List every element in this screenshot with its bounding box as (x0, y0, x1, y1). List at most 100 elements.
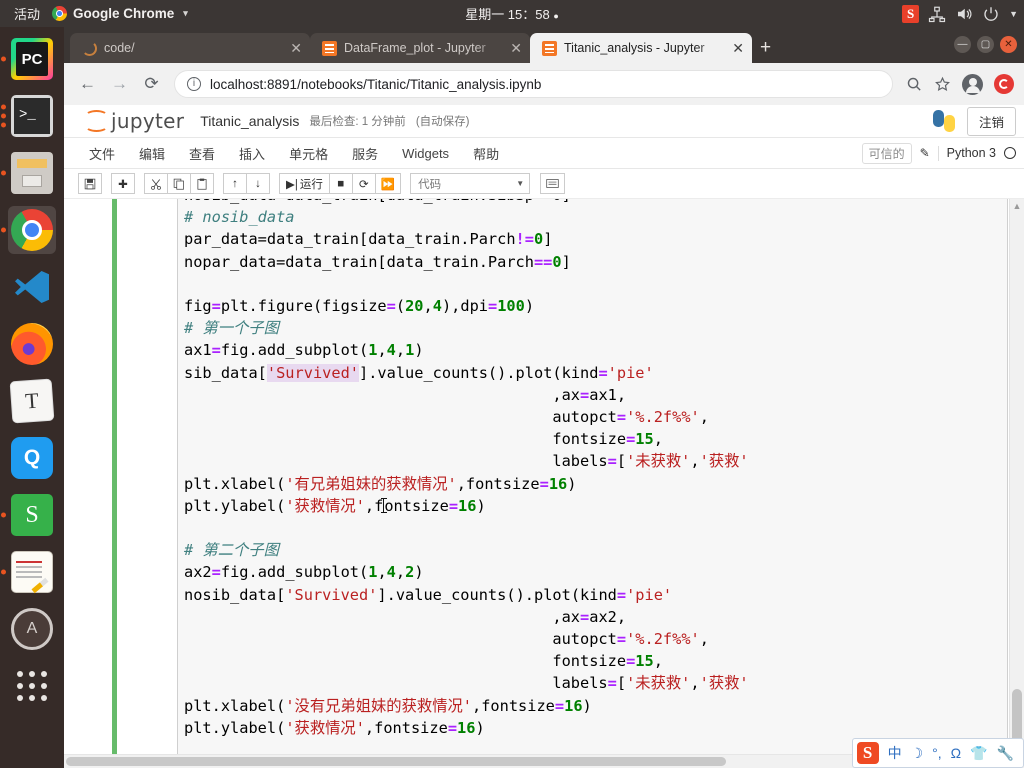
toolbar-group-save (78, 173, 102, 194)
gnome-top-bar: 活动 Google Chrome ▾ 星期一 15：58 ● S ▼ (0, 0, 1024, 27)
running-indicator-dot (1, 569, 6, 575)
reload-button[interactable]: ⟳ (142, 74, 161, 94)
site-info-icon[interactable]: i (187, 77, 201, 91)
caret-down-icon[interactable]: ▼ (1009, 9, 1018, 19)
scroll-up-arrow-icon[interactable]: ▲ (1010, 199, 1024, 214)
system-tray[interactable]: S ▼ (902, 4, 1018, 23)
address-bar[interactable]: i localhost:8891/notebooks/Titanic/Titan… (174, 70, 893, 98)
settings-wrench-icon[interactable]: 🔧 (997, 746, 1014, 760)
browser-tab-dataframe-plot[interactable]: DataFrame_plot - Jupyter ✕ (310, 33, 530, 63)
power-icon[interactable] (982, 5, 1000, 23)
menu-help[interactable]: 帮助 (462, 140, 510, 167)
restart-kernel-button[interactable]: ⟳ (351, 173, 376, 194)
logout-button[interactable]: 注销 (966, 106, 1016, 136)
move-cell-down-button[interactable]: ↓ (246, 173, 270, 194)
interrupt-kernel-button[interactable]: ■ (328, 173, 353, 194)
window-controls: — ▢ ✕ (954, 36, 1017, 53)
code-editor[interactable]: nosib_data=data_train[data_train.SibSp==… (177, 199, 1008, 768)
menu-widgets[interactable]: Widgets (391, 142, 460, 165)
run-cell-button[interactable]: ▶| 运行 (279, 173, 330, 194)
copy-button[interactable] (167, 173, 191, 194)
command-palette-button[interactable] (540, 173, 566, 194)
dock-item-vscode[interactable] (8, 263, 56, 311)
dock-item-terminal[interactable]: >_ (1, 92, 56, 140)
tab-close-icon[interactable]: ✕ (510, 41, 522, 55)
maximize-button[interactable]: ▢ (977, 36, 994, 53)
page-vertical-scrollbar[interactable]: ▲ ▼ (1009, 199, 1024, 768)
dock-item-firefox[interactable] (8, 320, 56, 368)
dock-item-notes[interactable] (1, 548, 56, 596)
menu-insert[interactable]: 插入 (228, 140, 276, 167)
sogou-logo-icon[interactable]: S (856, 742, 879, 764)
jupyter-logo[interactable]: jupyter (84, 109, 184, 133)
close-button[interactable]: ✕ (1000, 36, 1017, 53)
tab-close-icon[interactable]: ✕ (290, 41, 302, 55)
paste-icon (197, 178, 207, 190)
running-indicator-dot (1, 227, 6, 233)
new-tab-button[interactable]: + (760, 38, 771, 57)
back-button[interactable]: ← (78, 74, 97, 94)
save-button[interactable] (78, 173, 102, 194)
menu-kernel[interactable]: 服务 (341, 140, 389, 167)
tab-title: DataFrame_plot - Jupyter (344, 41, 486, 55)
scrollbar-thumb[interactable] (66, 757, 726, 766)
menu-cell[interactable]: 单元格 (278, 140, 339, 167)
show-applications-button[interactable] (8, 662, 56, 710)
skin-icon[interactable]: 👕 (970, 746, 987, 760)
code-line: plt.ylabel('获救情况',fontsize=16) (184, 718, 485, 737)
search-icon[interactable] (906, 76, 923, 93)
dock-item-ubuntu-software[interactable] (8, 605, 56, 653)
jupyter-favicon (322, 40, 337, 56)
cell-type-select[interactable]: 代码 ▼ (410, 173, 531, 194)
browser-tab-titanic-analysis[interactable]: Titanic_analysis - Jupyter ✕ (530, 33, 752, 63)
menu-view[interactable]: 查看 (178, 140, 226, 167)
minimize-button[interactable]: — (954, 36, 971, 53)
profile-avatar-icon[interactable] (962, 73, 983, 95)
code-line: nosib_data['Survived'].value_counts().pl… (184, 585, 673, 604)
pencil-icon[interactable]: ✎ (920, 146, 930, 160)
symbol-icon[interactable]: Ω (951, 746, 961, 760)
toolbar-group-edit (144, 173, 214, 194)
menu-file[interactable]: 文件 (78, 140, 126, 167)
sogou-tray-icon[interactable]: S (902, 4, 920, 23)
browser-tab-code[interactable]: code/ ✕ (70, 33, 310, 63)
paste-button[interactable] (190, 173, 214, 194)
code-cell-selected[interactable]: nosib_data=data_train[data_train.SibSp==… (112, 199, 1008, 768)
volume-icon[interactable] (955, 5, 973, 23)
code-line: ,ax=ax1, (184, 385, 627, 404)
restart-run-all-button[interactable]: ⏩ (374, 173, 402, 194)
save-icon (84, 178, 96, 189)
moon-icon[interactable]: ☽ (911, 746, 924, 760)
menu-edit[interactable]: 编辑 (128, 140, 176, 167)
cut-button[interactable] (144, 173, 168, 194)
notebook-name[interactable]: Titanic_analysis (200, 113, 299, 129)
punctuation-icon[interactable]: °, (932, 746, 942, 760)
kernel-name[interactable]: Python 3 (947, 146, 996, 160)
dock-item-sogou[interactable]: S (1, 491, 56, 539)
insert-cell-below-button[interactable]: ✚ (111, 173, 135, 194)
sogou-ime-toolbar[interactable]: S 中 ☽ °, Ω 👕 🔧 (851, 738, 1024, 768)
tab-title: code/ (104, 41, 135, 55)
code-line: fontsize=15, (184, 652, 663, 671)
tab-close-icon[interactable]: ✕ (732, 41, 744, 55)
dock-item-files[interactable] (1, 149, 56, 197)
dock-item-typora[interactable]: T (8, 377, 56, 425)
activities-button[interactable]: 活动 (0, 4, 52, 23)
ubuntu-dock: >_ T Q S (0, 27, 64, 768)
app-menu-chrome[interactable]: Google Chrome ▾ (52, 6, 188, 21)
clock-label: 星期一 15：58 (465, 7, 550, 22)
running-indicator-dot (1, 56, 6, 62)
notebook-scroll-area[interactable]: nosib_data=data_train[data_train.SibSp==… (64, 199, 1024, 768)
forward-button[interactable]: → (110, 74, 129, 94)
chinese-mode-icon[interactable]: 中 (888, 746, 902, 760)
extension-icon[interactable] (994, 74, 1014, 94)
bookmark-star-icon[interactable] (934, 76, 951, 93)
code-line: labels=['未获救','获救' (184, 452, 749, 471)
omnibox-actions (906, 73, 1014, 95)
dock-item-pycharm[interactable] (1, 35, 56, 83)
code-text[interactable]: nosib_data=data_train[data_train.SibSp==… (184, 199, 1007, 768)
dock-item-google-chrome[interactable] (1, 206, 56, 254)
move-cell-up-button[interactable]: ↑ (223, 173, 247, 194)
dock-item-qq[interactable]: Q (8, 434, 56, 482)
network-icon[interactable] (928, 5, 946, 23)
